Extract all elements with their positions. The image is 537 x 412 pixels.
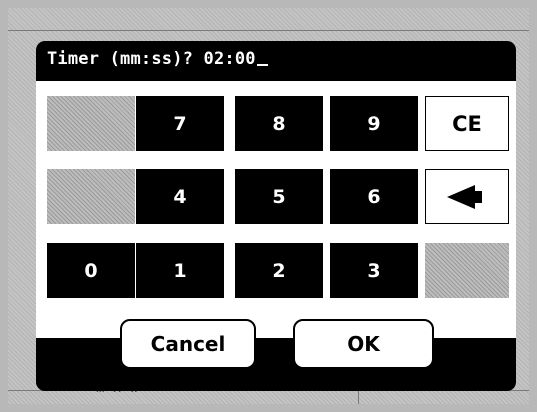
timer-prompt-text: Timer (mm:ss)? 02:00 (47, 49, 256, 69)
cancel-button[interactable]: Cancel (120, 319, 256, 369)
left-arrow-icon-stem (473, 190, 482, 203)
key-4[interactable]: 4 (136, 169, 224, 224)
background-grid-line (8, 30, 529, 31)
timer-prompt: Timer (mm:ss)? 02:00 (47, 49, 268, 69)
key-7[interactable]: 7 (136, 96, 224, 151)
text-caret (256, 64, 268, 66)
key-0[interactable]: 0 (47, 243, 135, 298)
timer-dialog: Timer (mm:ss)? 02:00 7 8 9 CE 4 5 6 0 1 … (36, 41, 516, 391)
key-3[interactable]: 3 (330, 243, 418, 298)
key-6[interactable]: 6 (330, 169, 418, 224)
key-1[interactable]: 1 (136, 243, 224, 298)
key-9[interactable]: 9 (330, 96, 418, 151)
left-arrow-icon (446, 184, 475, 209)
key-2[interactable]: 2 (235, 243, 323, 298)
backspace-button[interactable] (425, 169, 509, 224)
ok-button[interactable]: OK (293, 319, 434, 369)
keypad-blank-key (47, 169, 135, 224)
clear-entry-button[interactable]: CE (425, 96, 509, 151)
keypad-blank-key (425, 243, 509, 298)
key-8[interactable]: 8 (235, 96, 323, 151)
key-5[interactable]: 5 (235, 169, 323, 224)
keypad-panel: 7 8 9 CE 4 5 6 0 1 2 3 (36, 81, 516, 338)
keypad-blank-key (47, 96, 135, 151)
